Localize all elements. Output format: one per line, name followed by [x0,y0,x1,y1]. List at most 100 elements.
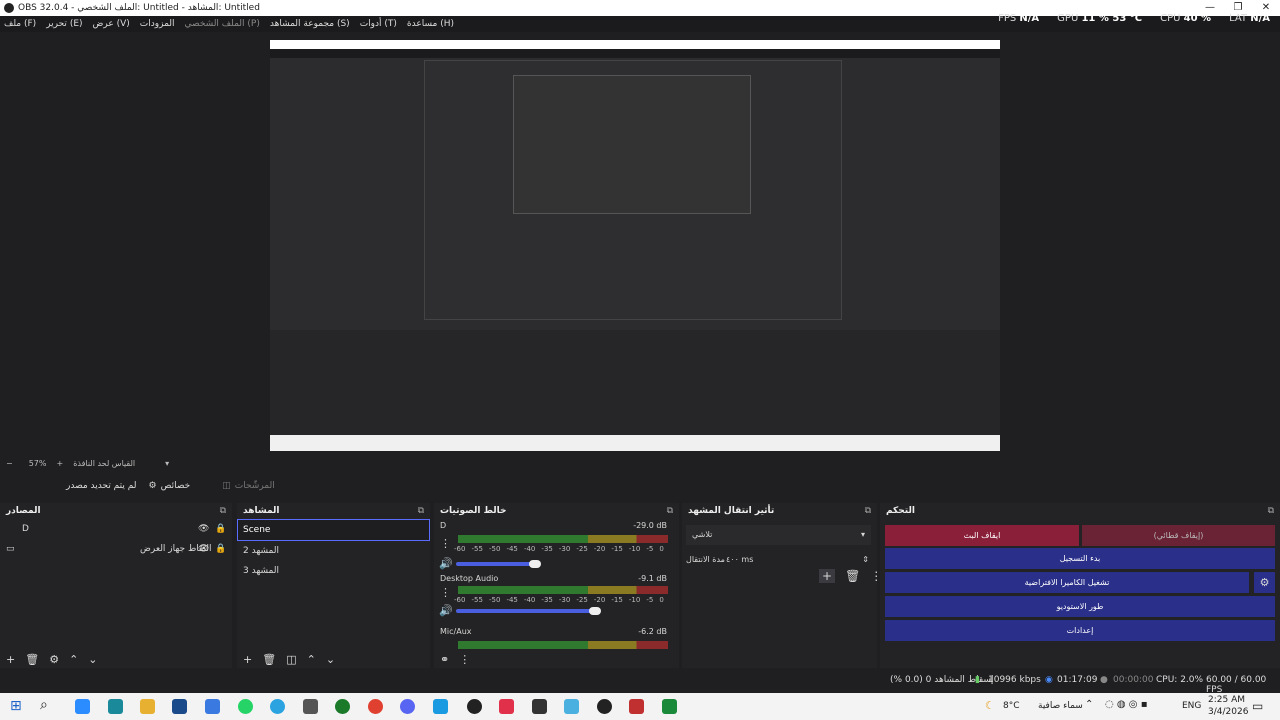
app-icon[interactable] [597,699,612,714]
app-icon[interactable] [629,699,644,714]
kebab-icon[interactable]: ⋮ [440,586,451,599]
start-record-button[interactable]: بدء التسجيل [885,548,1275,569]
app-icon[interactable] [205,699,220,714]
preview-nested-capture-inner [513,75,751,214]
menu-help[interactable]: مساعدة (H) [407,19,454,29]
chrome-icon[interactable] [368,699,383,714]
add-icon[interactable]: + [6,653,15,666]
dock-popout-icon[interactable]: ⧉ [220,503,226,519]
menu-edit[interactable]: تحرير (E) [46,19,82,29]
source-item[interactable]: D 👁 🔒 [0,519,232,539]
lock-icon[interactable]: 🔒 [215,539,226,559]
menu-view[interactable]: عرض (V) [93,19,130,29]
chevron-down-icon[interactable]: ▾ [165,459,169,468]
speaker-icon[interactable]: 🔊 [439,557,453,570]
force-stop-button[interactable]: (إيقاف قطائي) [1082,525,1275,546]
trash-icon[interactable]: 🗑 [262,653,276,666]
volume-slider[interactable] [456,609,596,613]
store-icon[interactable] [172,699,187,714]
volume-slider[interactable] [456,562,536,566]
scene-item[interactable]: المشهد 2 [237,541,430,561]
weather-desc: سماء صافية [1038,701,1083,711]
tick-label: -60 [454,596,466,604]
link-icon[interactable]: ⚭ [440,653,449,666]
app-icon[interactable] [335,699,350,714]
scene-item[interactable]: Scene [237,519,430,541]
dock-popout-icon[interactable]: ⧉ [418,503,424,519]
menu-profile[interactable]: الملف الشخصي (P) [185,19,260,29]
start-icon[interactable]: ⊞ [10,698,22,714]
whatsapp-icon[interactable] [238,699,253,714]
meter-ticks: -60 -55 -50 -45 -40 -35 -30 -25 -20 -15 -10 -5 0 [454,596,664,604]
speaker-icon[interactable]: 🔊 [439,604,453,617]
app-icon[interactable] [433,699,448,714]
dock-popout-icon[interactable]: ⧉ [1268,503,1274,519]
folder-icon[interactable] [140,699,155,714]
channel-db: -9.1 dB [638,574,667,583]
properties-button[interactable]: ⚙ خصائص [143,479,197,493]
add-icon[interactable]: + [819,569,836,583]
virtual-cam-button[interactable]: تشغيل الكاميرا الافتراضية [885,572,1249,593]
tick-label: 0 [659,596,664,604]
discord-icon[interactable] [400,699,415,714]
menu-tools[interactable]: أدوات (T) [360,19,397,29]
app-icon[interactable] [499,699,514,714]
stop-stream-button[interactable]: ايقاف البث [885,525,1079,546]
eye-icon[interactable]: 👁 [198,519,209,539]
clock-time[interactable]: 2:25 AM [1208,695,1245,705]
clock-date[interactable]: 3/4/2026 [1208,707,1248,717]
lock-icon[interactable]: 🔒 [215,519,226,539]
transition-select[interactable]: تلاشي ▾ [686,525,871,545]
tick-label: -30 [558,596,571,604]
filter-icon[interactable]: ◫ [286,653,296,666]
eye-icon[interactable]: 👁 [198,539,209,559]
gear-icon[interactable]: ⚙ [1254,572,1275,593]
zoom-mode[interactable]: القياس لحد النافذة [73,459,135,468]
scenes-title: المشاهد [243,506,280,516]
studio-mode-button[interactable]: طور الاستوديو [885,596,1275,617]
trash-icon[interactable]: 🗑 [25,653,39,666]
volume-knob[interactable] [529,560,541,568]
filters-button[interactable]: ◫ المرشّحات [216,479,281,493]
volume-knob[interactable] [589,607,601,615]
obs-icon[interactable] [467,699,482,714]
copilot-icon[interactable] [75,699,90,714]
dock-popout-icon[interactable]: ⧉ [865,503,871,519]
down-icon[interactable]: ⌄ [88,653,97,666]
up-icon[interactable]: ⌃ [69,653,78,666]
telegram-icon[interactable] [270,699,285,714]
scene-item[interactable]: المشهد 3 [237,561,430,581]
trash-icon[interactable]: 🗑 [845,569,860,583]
duration-label: مدة الانتقال [686,555,725,564]
menu-scene-collection[interactable]: مجموعة المشاهد (S) [270,19,350,29]
zoom-out-icon[interactable]: − [6,459,13,468]
fps-value: N/A [1019,13,1040,24]
duration-input[interactable]: ٤٠٠ ms [726,549,753,571]
language-indicator[interactable]: ENG [1182,701,1201,711]
menu-file[interactable]: ملف (F) [4,19,36,29]
settings-button[interactable]: إعدادات [885,620,1275,641]
kebab-icon[interactable]: ⋮ [459,653,470,666]
menu-docks[interactable]: المزودات [140,19,175,29]
down-icon[interactable]: ⌄ [326,653,335,666]
app-icon[interactable] [532,699,547,714]
tray-icons[interactable]: ◌ ◍ ◎ ▪ [1105,699,1148,710]
zoom-in-icon[interactable]: + [56,459,63,468]
stepper-icon[interactable]: ⇕ [862,549,869,571]
gear-icon[interactable]: ⚙ [49,653,59,666]
app-icon[interactable] [662,699,677,714]
search-icon[interactable]: ⌕ [40,697,48,713]
program-preview[interactable] [270,40,1000,451]
edge-icon[interactable] [108,699,123,714]
tray-chevron-icon[interactable]: ⌃ [1085,699,1093,710]
add-icon[interactable]: + [243,653,252,666]
up-icon[interactable]: ⌃ [307,653,316,666]
app-icon[interactable] [303,699,318,714]
chevron-down-icon: ▾ [860,530,865,539]
notification-icon[interactable]: ▭ [1252,699,1263,713]
dock-popout-icon[interactable]: ⧉ [667,503,673,519]
app-icon[interactable] [564,699,579,714]
lat-value: N/A [1250,13,1270,24]
kebab-icon[interactable]: ⋮ [440,537,451,550]
source-item[interactable]: ▭ التقاط جهاز العرض 👁 🔒 [0,539,232,559]
